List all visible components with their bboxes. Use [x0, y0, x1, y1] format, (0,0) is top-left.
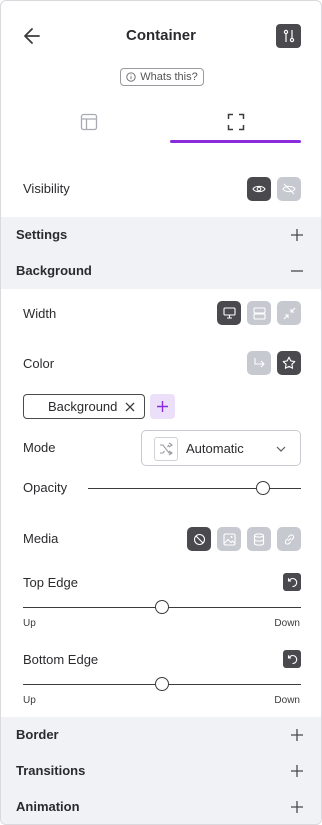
visible-button[interactable]: [247, 177, 271, 201]
link-arrow-icon: [253, 358, 265, 368]
visibility-label: Visibility: [23, 181, 70, 196]
plus-icon: [291, 729, 303, 741]
plus-icon: [291, 229, 303, 241]
connection-icon: [283, 29, 294, 43]
whats-this-button[interactable]: Whats this?: [120, 68, 204, 86]
media-none-button[interactable]: [187, 527, 211, 551]
eye-icon: [252, 185, 266, 193]
width-label: Width: [23, 306, 57, 321]
section-background[interactable]: Background: [1, 253, 321, 289]
mode-label: Mode: [23, 440, 56, 455]
layout-icon: [80, 113, 97, 131]
none-icon: [193, 533, 205, 545]
color-link-button[interactable]: [247, 351, 271, 375]
chevron-down-icon: [276, 446, 286, 452]
bottom-edge-max-label: Down: [274, 695, 300, 706]
star-icon: [282, 356, 296, 369]
background-chip[interactable]: Background: [23, 394, 145, 419]
shrink-icon: [283, 307, 295, 319]
opacity-slider-thumb[interactable]: [255, 481, 270, 495]
section-transitions[interactable]: Transitions: [1, 753, 321, 789]
link-icon: [284, 533, 294, 545]
plus-icon: [157, 401, 168, 412]
desktop-icon: [222, 307, 236, 319]
tab-layout[interactable]: [23, 101, 154, 143]
reset-icon: [287, 577, 297, 587]
minus-icon: [291, 270, 303, 272]
close-icon[interactable]: [124, 401, 136, 413]
section-transitions-title: Transitions: [16, 763, 86, 778]
mode-select[interactable]: Automatic: [141, 430, 301, 466]
top-edge-slider-thumb[interactable]: [155, 600, 169, 614]
hidden-button[interactable]: [277, 177, 301, 201]
stacked-icon: [252, 306, 266, 320]
background-chip-label: Background: [48, 399, 118, 414]
info-icon: [126, 72, 136, 82]
plus-icon: [291, 801, 303, 813]
bottom-edge-reset-button[interactable]: [283, 650, 301, 668]
section-settings[interactable]: Settings: [1, 217, 321, 253]
connection-settings-button[interactable]: [276, 24, 301, 48]
opacity-label: Opacity: [23, 480, 68, 495]
section-animation[interactable]: Animation: [1, 789, 321, 824]
color-star-button[interactable]: [277, 351, 301, 375]
database-icon: [253, 532, 265, 546]
add-color-button[interactable]: [150, 394, 175, 419]
bottom-edge-label: Bottom Edge: [23, 652, 99, 667]
section-background-title: Background: [16, 263, 92, 278]
section-animation-title: Animation: [16, 799, 80, 814]
mode-value: Automatic: [186, 441, 244, 456]
section-border-title: Border: [16, 727, 59, 742]
width-stacked-button[interactable]: [247, 301, 271, 325]
active-tab-indicator: [170, 140, 301, 143]
image-icon: [222, 532, 236, 546]
panel-title: Container: [125, 27, 196, 44]
width-shrink-button[interactable]: [277, 301, 301, 325]
eye-off-icon: [282, 183, 296, 195]
bottom-edge-slider-thumb[interactable]: [155, 677, 169, 691]
whats-this-label: Whats this?: [140, 71, 198, 83]
bottom-edge-min-label: Up: [23, 695, 36, 706]
section-settings-title: Settings: [16, 227, 68, 242]
media-label: Media: [23, 531, 59, 546]
top-edge-label: Top Edge: [23, 575, 78, 590]
width-desktop-button[interactable]: [217, 301, 241, 325]
top-edge-reset-button[interactable]: [283, 573, 301, 591]
color-label: Color: [23, 356, 55, 371]
top-edge-min-label: Up: [23, 618, 36, 629]
tab-style[interactable]: [170, 101, 301, 143]
reset-icon: [287, 654, 297, 664]
media-image-button[interactable]: [217, 527, 241, 551]
section-border[interactable]: Border: [1, 717, 321, 753]
shuffle-icon: [154, 437, 178, 461]
plus-icon: [291, 765, 303, 777]
container-panel: Container Whats this? Visibility Setting…: [0, 0, 322, 825]
media-database-button[interactable]: [247, 527, 271, 551]
top-edge-max-label: Down: [274, 618, 300, 629]
media-link-button[interactable]: [277, 527, 301, 551]
frame-icon: [227, 113, 244, 131]
